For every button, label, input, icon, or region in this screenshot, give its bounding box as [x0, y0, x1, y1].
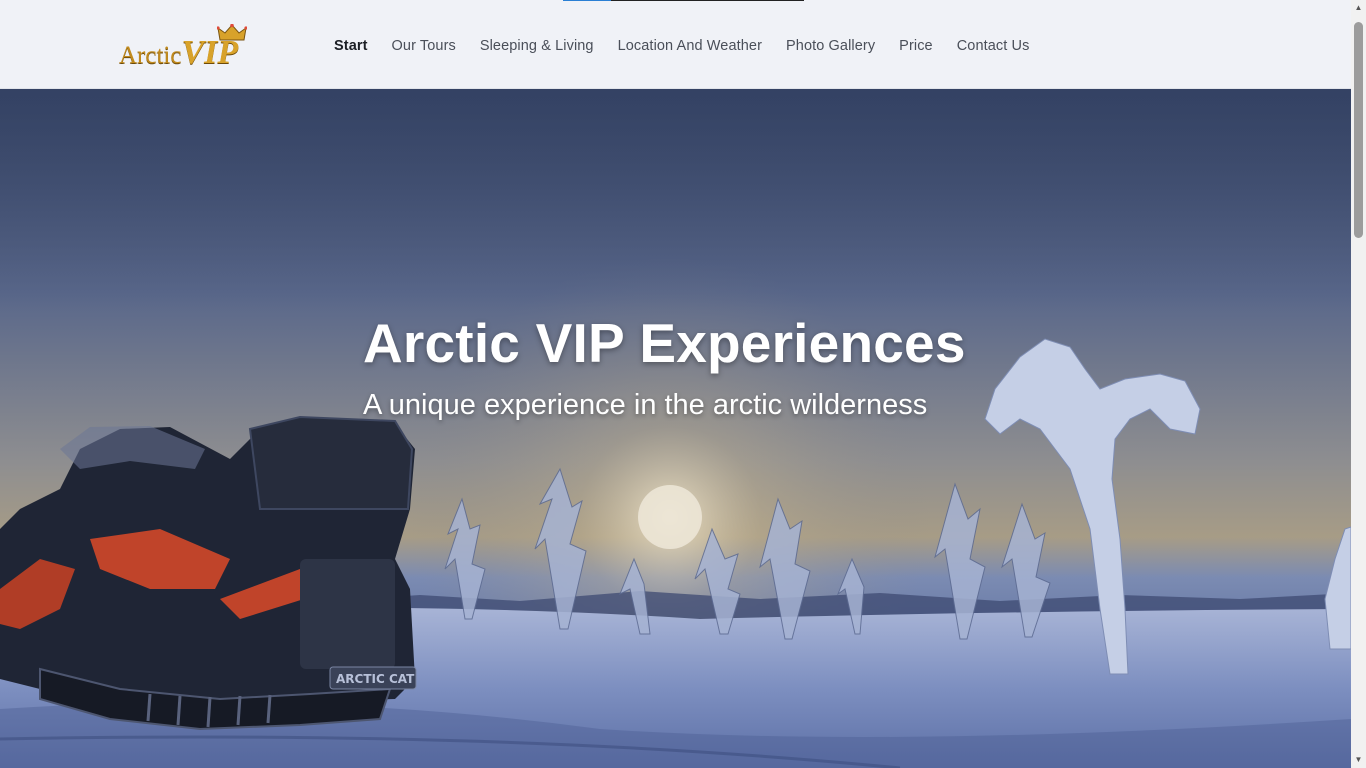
page-loading-bar-fill [563, 0, 612, 1]
nav-item-location-weather[interactable]: Location And Weather [618, 38, 762, 54]
scroll-down-arrow-icon[interactable]: ▼ [1351, 752, 1366, 768]
scroll-thumb[interactable] [1354, 22, 1363, 238]
page: ArcticVIP Start Our Tours Sleeping & Liv… [0, 0, 1351, 768]
logo-word-arctic: Arctic [119, 42, 182, 69]
scroll-up-arrow-icon[interactable]: ▲ [1351, 0, 1366, 16]
nav-item-photo-gallery[interactable]: Photo Gallery [786, 38, 875, 54]
nav-item-price[interactable]: Price [899, 38, 933, 54]
main-nav: Start Our Tours Sleeping & Living Locati… [334, 38, 1053, 54]
hero-background-image: ARCTIC CAT [0, 89, 1351, 768]
nav-item-contact-us[interactable]: Contact Us [957, 38, 1030, 54]
nav-item-start[interactable]: Start [334, 38, 368, 54]
hero-banner: ARCTIC CAT Arctic VIP Experiences A uniq… [0, 89, 1351, 768]
hero-title: Arctic VIP Experiences [363, 312, 966, 374]
snowmobile-plate-text: ARCTIC CAT [336, 672, 415, 686]
logo-word-vip: VIP [181, 34, 239, 71]
hero-subtitle: A unique experience in the arctic wilder… [363, 389, 928, 421]
page-scrollbar[interactable]: ▲ ▼ [1351, 0, 1366, 768]
site-logo[interactable]: ArcticVIP [117, 24, 267, 72]
nav-item-our-tours[interactable]: Our Tours [392, 38, 456, 54]
site-header: ArcticVIP Start Our Tours Sleeping & Liv… [0, 0, 1351, 89]
logo-text: ArcticVIP [119, 34, 238, 72]
nav-item-sleeping-living[interactable]: Sleeping & Living [480, 38, 594, 54]
page-loading-bar [563, 0, 804, 1]
